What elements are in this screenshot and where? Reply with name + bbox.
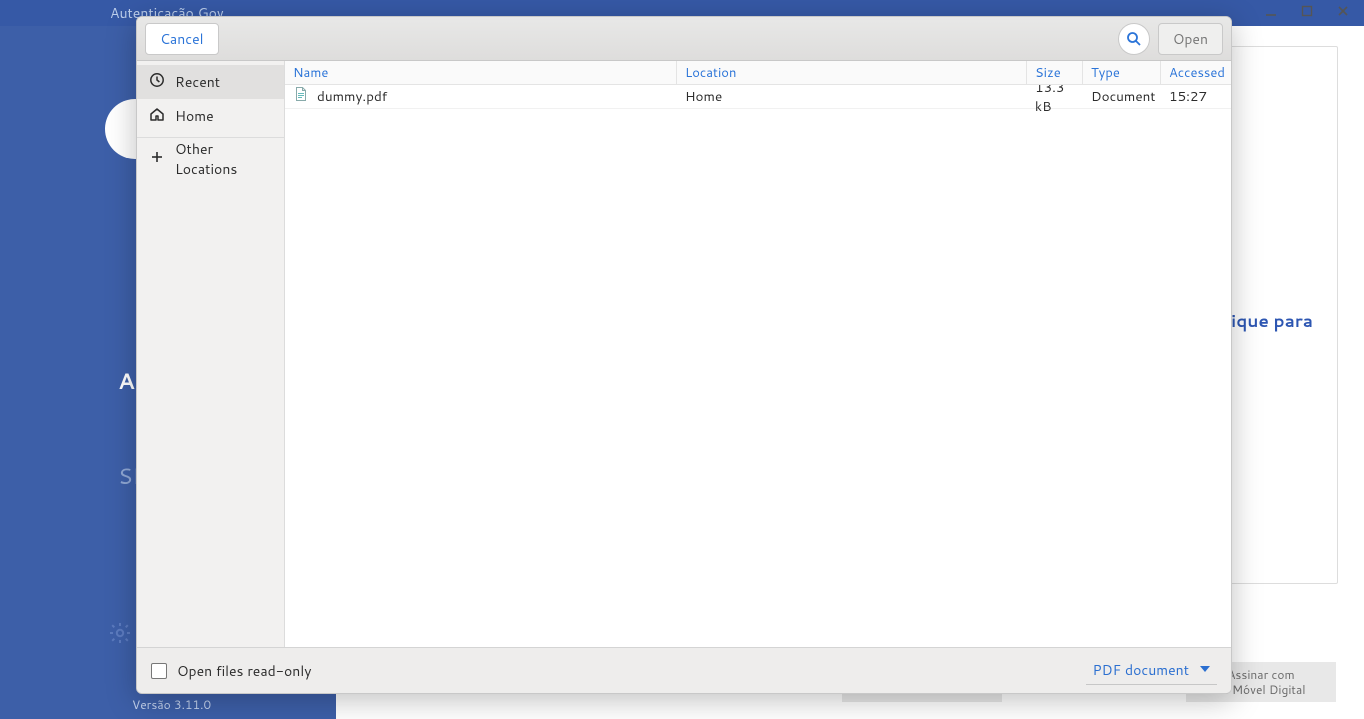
sidebar-item-other-locations[interactable]: Other Locations	[137, 142, 284, 176]
version-label: Versão 3.11.0	[132, 696, 211, 713]
checkbox-box	[151, 663, 167, 679]
open-button-label: Open	[1173, 29, 1208, 49]
table-row[interactable]: dummy.pdf Home 13.3 kB Document 15:27	[285, 85, 1231, 109]
cancel-button-label: Cancel	[160, 29, 204, 49]
sidebar-item-label: Home	[175, 106, 214, 126]
readonly-checkbox[interactable]: Open files read-only	[151, 661, 311, 681]
dialog-body: Recent Home Other Locations Name Locatio…	[137, 61, 1231, 647]
readonly-label: Open files read-only	[177, 661, 311, 681]
column-header-location[interactable]: Location	[677, 61, 1027, 84]
file-type-filter[interactable]: PDF document	[1086, 656, 1217, 685]
cell-name-text: dummy.pdf	[317, 87, 387, 106]
sidebar-item-home[interactable]: Home	[137, 99, 284, 133]
sign-button-line1: Assinar com	[1227, 667, 1294, 682]
dialog-header: Cancel Open	[137, 17, 1231, 61]
file-icon	[293, 86, 309, 107]
maximize-button[interactable]	[1300, 3, 1314, 23]
cell-type: Document	[1083, 87, 1161, 106]
sidebar-separator	[137, 137, 284, 138]
cell-accessed: 15:27	[1161, 87, 1231, 106]
plus-icon	[149, 149, 165, 170]
dialog-footer: Open files read-only PDF document	[137, 647, 1231, 693]
search-icon	[1126, 31, 1142, 47]
minimize-button[interactable]	[1264, 3, 1278, 23]
open-button[interactable]: Open	[1158, 23, 1223, 55]
cell-size: 13.3 kB	[1027, 85, 1083, 116]
file-chooser-dialog: Cancel Open Recent Home	[136, 16, 1232, 694]
sidebar-item-label: Recent	[175, 72, 220, 92]
column-header-type[interactable]: Type	[1083, 61, 1161, 84]
column-header-name[interactable]: Name	[285, 61, 677, 84]
sidebar-item-recent[interactable]: Recent	[137, 65, 284, 99]
gear-icon[interactable]	[108, 621, 132, 650]
column-headers: Name Location Size Type Accessed	[285, 61, 1231, 85]
clock-icon	[149, 72, 165, 93]
close-button[interactable]	[1336, 3, 1350, 23]
column-header-size[interactable]: Size	[1027, 61, 1083, 84]
cancel-button[interactable]: Cancel	[145, 23, 219, 55]
window-controls	[1264, 3, 1364, 23]
search-button[interactable]	[1118, 23, 1150, 55]
cell-location: Home	[677, 87, 1027, 106]
places-sidebar: Recent Home Other Locations	[137, 61, 285, 647]
column-header-accessed[interactable]: Accessed	[1161, 61, 1231, 84]
sidebar-item-label: Other Locations	[175, 139, 272, 179]
chevron-down-icon	[1199, 660, 1211, 680]
cell-name: dummy.pdf	[285, 86, 677, 107]
drop-hint: ique para	[1231, 309, 1313, 333]
file-list-pane: Name Location Size Type Accessed dummy.p…	[285, 61, 1231, 647]
home-icon	[149, 106, 165, 127]
filter-label: PDF document	[1092, 660, 1189, 680]
file-rows: dummy.pdf Home 13.3 kB Document 15:27	[285, 85, 1231, 647]
